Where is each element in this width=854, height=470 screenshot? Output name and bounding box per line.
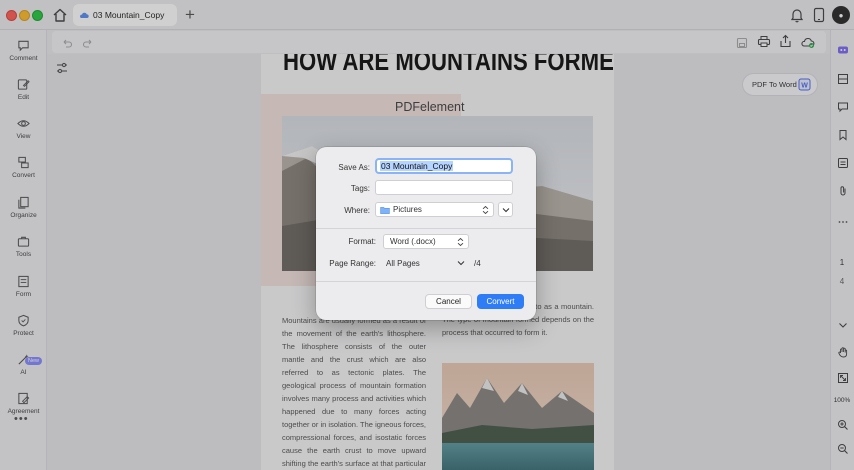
save-convert-dialog: Save As: 03 Mountain_Copy Tags: Where: P…: [316, 147, 536, 320]
tags-input[interactable]: [375, 180, 513, 195]
chevron-down-icon: [457, 261, 465, 266]
cancel-button[interactable]: Cancel: [425, 294, 472, 309]
page-range-total: /4: [474, 259, 481, 268]
format-value: Word (.docx): [390, 237, 436, 246]
chevron-down-icon: [502, 207, 509, 212]
save-as-value: 03 Mountain_Copy: [380, 161, 454, 171]
page-range-label: Page Range:: [329, 259, 376, 268]
where-label: Where:: [344, 206, 370, 215]
folder-icon: [380, 206, 390, 214]
where-value: Pictures: [393, 205, 422, 214]
chevron-up-down-icon: [457, 237, 464, 247]
expand-location-button[interactable]: [498, 202, 513, 217]
page-range-value: All Pages: [386, 259, 420, 268]
chevron-up-down-icon: [482, 205, 489, 215]
save-as-input[interactable]: 03 Mountain_Copy: [375, 158, 513, 174]
format-label: Format:: [348, 237, 376, 246]
save-as-label: Save As:: [338, 163, 370, 172]
divider: [316, 228, 536, 229]
page-range-select[interactable]: All Pages: [383, 256, 469, 271]
convert-button[interactable]: Convert: [477, 294, 524, 309]
divider: [316, 281, 536, 282]
where-select[interactable]: Pictures: [375, 202, 494, 217]
tags-label: Tags:: [350, 184, 370, 193]
format-select[interactable]: Word (.docx): [383, 234, 469, 249]
